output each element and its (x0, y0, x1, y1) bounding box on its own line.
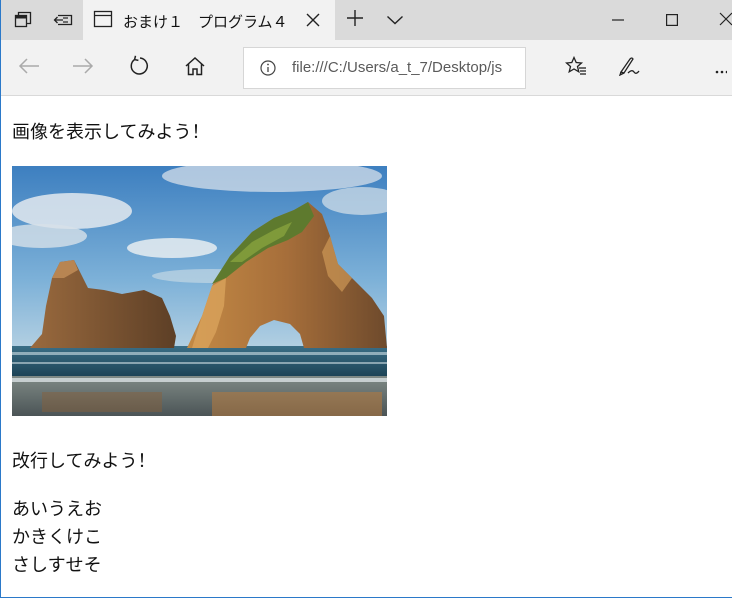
close-window-button[interactable] (705, 0, 732, 40)
tab-title: おまけ１ プログラム４ (123, 13, 288, 31)
text-line: さしすせそ (12, 555, 102, 576)
more-icon (715, 59, 729, 78)
beach-photo (12, 166, 387, 416)
minimize-icon (612, 11, 624, 30)
close-tab-icon[interactable] (303, 10, 323, 30)
forward-button[interactable] (61, 40, 105, 96)
text-line: かきくけこ (12, 527, 102, 548)
url-text[interactable]: file:///C:/Users/a_t_7/Desktop/js (292, 59, 524, 76)
notes-button[interactable] (607, 40, 651, 96)
tab-bar: おまけ１ プログラム４ (1, 0, 732, 40)
pen-icon (618, 56, 640, 80)
new-tab-button[interactable] (335, 0, 375, 40)
tabs-aside-icon[interactable] (3, 0, 43, 40)
back-arrow-icon (18, 57, 40, 79)
tab-preview-button[interactable] (375, 0, 415, 40)
minimize-button[interactable] (595, 0, 641, 40)
address-bar[interactable]: file:///C:/Users/a_t_7/Desktop/js (243, 47, 526, 89)
favorites-icon (564, 55, 587, 80)
chevron-down-icon (386, 11, 404, 30)
home-button[interactable] (173, 40, 217, 96)
page-content: 画像を表示してみよう！ 改行してみよう！ あいうえお かきくけこ さしすせそ (12, 96, 727, 596)
text-line: あいうえお (12, 499, 102, 520)
maximize-button[interactable] (649, 0, 695, 40)
navigation-bar: file:///C:/Users/a_t_7/Desktop/js (1, 40, 732, 96)
refresh-button[interactable] (118, 40, 162, 96)
plus-icon (346, 9, 364, 31)
more-button[interactable] (709, 40, 732, 96)
info-icon[interactable] (260, 60, 276, 76)
close-window-icon (719, 11, 732, 30)
forward-arrow-icon (72, 57, 94, 79)
heading-text: 画像を表示してみよう！ (12, 122, 210, 143)
line-break-text: 改行してみよう！ (12, 451, 156, 472)
browser-window: おまけ１ プログラム４ file:///C:/Users/a_t_7/Deskt… (0, 0, 732, 598)
back-button[interactable] (7, 40, 51, 96)
tab-active[interactable]: おまけ１ プログラム４ (83, 0, 335, 40)
text-lines: あいうえお かきくけこ さしすせそ (12, 496, 102, 580)
maximize-icon (666, 11, 679, 30)
page-icon (93, 10, 113, 32)
home-icon (184, 56, 206, 80)
favorites-button[interactable] (554, 40, 598, 96)
show-tabs-icon[interactable] (43, 0, 83, 40)
refresh-icon (129, 55, 151, 81)
